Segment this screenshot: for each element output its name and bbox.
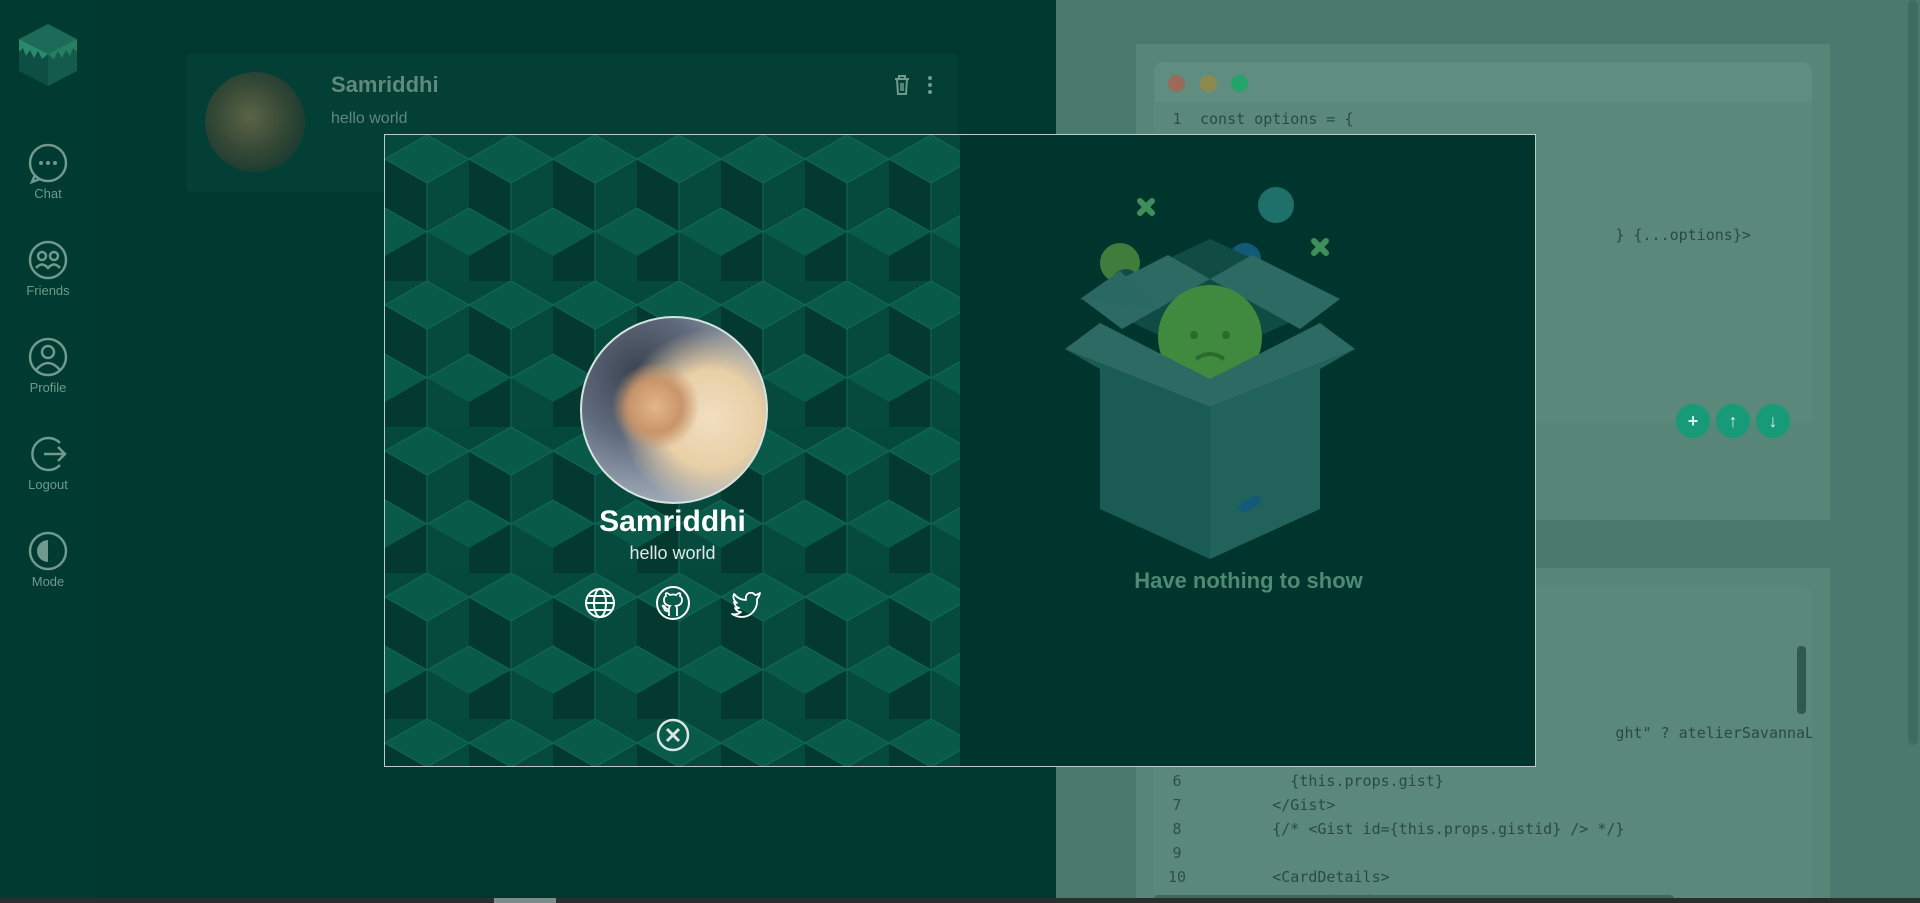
- avatar[interactable]: [205, 72, 305, 172]
- chat-bubble-icon: [28, 143, 68, 184]
- code-line: 8 {/* <Gist id={this.props.gistid} /> */…: [1172, 820, 1625, 838]
- more-vertical-icon[interactable]: [920, 74, 940, 96]
- code-line: 7 </Gist>: [1172, 796, 1336, 814]
- code-line: 6 {this.props.gist}: [1172, 772, 1444, 790]
- cube-logo-icon[interactable]: [17, 22, 79, 88]
- logout-icon: [31, 436, 67, 472]
- sidebar-item-label: Logout: [28, 477, 68, 492]
- minimize-dot-icon[interactable]: [1200, 75, 1217, 92]
- bottom-scrollbar-thumb[interactable]: [494, 898, 556, 903]
- vertical-scrollbar[interactable]: [1797, 646, 1806, 714]
- profile-card: Samriddhi hello world: [385, 135, 960, 766]
- sidebar: Chat Friends Profile Logout Mode: [0, 0, 96, 903]
- close-icon[interactable]: [655, 717, 691, 753]
- code-line: 1 const options = {: [1172, 110, 1354, 128]
- chat-last-message: hello world: [331, 110, 408, 127]
- code-line: 9: [1172, 844, 1182, 862]
- profile-status: hello world: [629, 543, 716, 563]
- profile-modal: Samriddhi hello world Have nothing to sh…: [384, 134, 1536, 767]
- profile-avatar: [580, 316, 768, 504]
- chat-actions: [892, 74, 940, 96]
- chat-contact-name: Samriddhi: [331, 72, 439, 97]
- page-scrollbar[interactable]: [1908, 0, 1918, 745]
- social-links: [582, 581, 764, 625]
- github-icon[interactable]: [655, 585, 691, 621]
- maximize-dot-icon[interactable]: [1231, 75, 1248, 92]
- editor-actions: + ↑ ↓: [1676, 404, 1790, 438]
- move-up-button[interactable]: ↑: [1716, 404, 1750, 438]
- contrast-icon: [28, 531, 68, 571]
- sidebar-item-profile[interactable]: Profile: [0, 336, 96, 395]
- globe-icon[interactable]: [582, 585, 618, 621]
- friends-icon: [28, 240, 68, 280]
- sidebar-item-label: Profile: [29, 380, 67, 395]
- add-button[interactable]: +: [1676, 404, 1710, 438]
- sidebar-item-label: Friends: [26, 283, 70, 298]
- trash-icon[interactable]: [892, 74, 912, 96]
- sidebar-item-chat[interactable]: Chat: [0, 142, 96, 201]
- close-dot-icon[interactable]: [1168, 75, 1185, 92]
- empty-state-text: Have nothing to show: [1134, 568, 1363, 593]
- bottom-scrollbar-track: [0, 898, 1920, 903]
- code-line: 10 <CardDetails>: [1167, 868, 1390, 886]
- user-icon: [28, 337, 68, 377]
- sidebar-item-logout[interactable]: Logout: [0, 433, 96, 492]
- empty-box-illustration: [1065, 187, 1355, 559]
- sidebar-item-label: Chat: [34, 186, 62, 201]
- window-titlebar: [1154, 62, 1812, 102]
- twitter-icon[interactable]: [728, 585, 764, 621]
- empty-state-panel: Have nothing to show: [960, 135, 1535, 766]
- move-down-button[interactable]: ↓: [1756, 404, 1790, 438]
- sidebar-item-friends[interactable]: Friends: [0, 239, 96, 298]
- profile-name: Samriddhi: [599, 505, 746, 538]
- sidebar-item-mode[interactable]: Mode: [0, 530, 96, 589]
- sidebar-item-label: Mode: [31, 574, 65, 589]
